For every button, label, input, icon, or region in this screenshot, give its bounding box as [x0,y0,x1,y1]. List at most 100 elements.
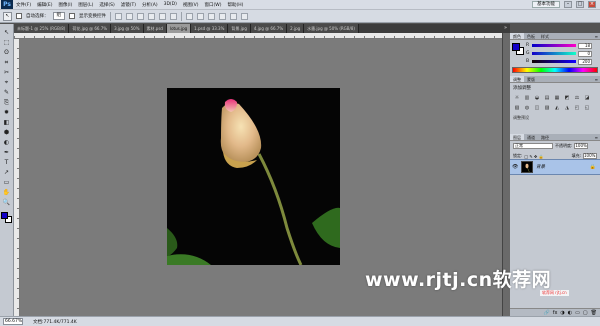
gradient-map-icon[interactable]: ◮ [563,104,571,112]
document-tab[interactable]: 未标题-1 @ 25% (RGB/8) [14,24,70,33]
marquee-tool-icon[interactable]: ⬚ [2,38,12,47]
distribute-center-icon[interactable] [230,12,237,20]
blue-value[interactable]: 200 [578,58,592,65]
lotus-photo[interactable] [167,88,340,265]
document-tab[interactable]: 背景.jpg [228,24,251,33]
menu-3d[interactable]: 3D(D) [161,2,180,7]
workspace-switcher[interactable]: 基本功能 [532,1,560,8]
color-balance-icon[interactable]: ⚖ [573,94,581,102]
menu-filter[interactable]: 滤镜(T) [118,2,139,8]
history-brush-tool-icon[interactable]: ✹ [2,108,12,117]
zoom-level-field[interactable]: 66.67% [3,318,23,325]
menu-view[interactable]: 视图(V) [180,2,202,8]
shadows-highlights-icon[interactable]: ◱ [583,104,591,112]
minimize-button[interactable]: – [564,1,572,8]
brush-tool-icon[interactable]: ✎ [2,88,12,97]
restore-button[interactable]: □ [576,1,584,8]
channel-mixer-icon[interactable]: ◍ [523,104,531,112]
document-tab[interactable]: 4.jpg @ 66.7% [250,24,288,33]
panel-foreground-swatch[interactable] [512,43,520,51]
new-layer-icon[interactable]: ▢ [583,310,588,316]
distribute-right-icon[interactable] [241,12,248,20]
align-center-icon[interactable] [159,12,166,20]
tab-styles[interactable]: 样式 [538,33,552,39]
document-size-info[interactable]: 文档:771.4K/771.4K [33,319,77,325]
type-tool-icon[interactable]: T [2,158,12,167]
quick-select-tool-icon[interactable]: ⌗ [2,58,12,67]
layer-name[interactable]: 背景 [536,164,545,170]
document-tab[interactable]: 1.psd @ 33.3% [191,24,229,33]
document-tab[interactable]: 2.jpg [287,24,305,33]
distribute-middle-icon[interactable] [197,12,204,20]
menu-image[interactable]: 图像(I) [55,2,75,8]
adjustment-presets-label[interactable]: 调整预设 [510,113,600,123]
layer-style-icon[interactable]: fx [553,310,558,316]
close-button[interactable]: × [588,1,596,8]
invert-icon[interactable]: ◫ [533,104,541,112]
distribute-bottom-icon[interactable] [208,12,215,20]
align-top-icon[interactable] [115,12,122,20]
add-mask-icon[interactable]: ◑ [560,310,564,316]
dodge-tool-icon[interactable]: ◐ [2,138,12,147]
tab-paths[interactable]: 路径 [538,134,552,140]
blue-slider[interactable] [532,60,576,63]
align-left-icon[interactable] [148,12,155,20]
document-tab[interactable]: 荷花.jpg @ 66.7% [69,24,112,33]
foreground-color-swatch[interactable] [0,212,8,219]
lasso-tool-icon[interactable]: ʘ [2,48,12,57]
distribute-left-icon[interactable] [219,12,226,20]
visibility-eye-icon[interactable]: 👁 [512,164,518,170]
posterize-icon[interactable]: ▨ [543,104,551,112]
move-tool-icon[interactable]: ↖ [2,28,12,37]
delete-layer-icon[interactable]: 🗑 [591,310,597,316]
green-value[interactable]: 0 [578,50,592,57]
photo-filter-icon[interactable]: ▧ [513,104,521,112]
align-bottom-icon[interactable] [137,12,144,20]
green-slider[interactable] [532,52,576,55]
selective-color-icon[interactable]: ◰ [573,104,581,112]
threshold-icon[interactable]: ◭ [553,104,561,112]
gradient-tool-icon[interactable]: ⬢ [2,128,12,137]
panel-menu-icon[interactable]: ≡ [595,134,600,140]
lock-icons[interactable]: □ ✎ ✥ 🔒 [524,154,543,159]
move-tool-preset-icon[interactable]: ↖ [3,11,12,21]
document-tab-active[interactable]: lotus.jpg [166,24,192,33]
tab-layers[interactable]: 图层 [510,134,524,140]
new-group-icon[interactable]: ▭ [575,310,580,316]
eraser-tool-icon[interactable]: ◧ [2,118,12,127]
document-tab[interactable]: 3.jpg @ 50% [111,24,144,33]
distribute-top-icon[interactable] [186,12,193,20]
red-slider[interactable] [532,44,576,47]
exposure-icon[interactable]: ▤ [543,94,551,102]
crop-tool-icon[interactable]: ✂ [2,68,12,77]
shape-tool-icon[interactable]: ▭ [2,178,12,187]
adjustment-layer-icon[interactable]: ◐ [568,310,572,316]
auto-select-checkbox[interactable] [16,13,22,19]
tabs-overflow-icon[interactable]: » [501,24,510,33]
auto-select-dropdown[interactable]: 组 [52,12,65,20]
pen-tool-icon[interactable]: ✒ [2,148,12,157]
path-select-tool-icon[interactable]: ↗ [2,168,12,177]
panel-menu-icon[interactable]: ≡ [595,33,600,39]
link-layers-icon[interactable]: 🔗 [543,310,549,316]
brightness-icon[interactable]: ☼ [513,94,521,102]
eyedropper-tool-icon[interactable]: ⌖ [2,78,12,87]
align-middle-icon[interactable] [126,12,133,20]
clone-stamp-tool-icon[interactable]: ⎘ [2,98,12,107]
red-value[interactable]: 18 [578,42,592,49]
blend-mode-select[interactable]: 正常 [513,143,553,149]
layer-row-background[interactable]: 👁 背景 🔒 [510,159,600,175]
levels-icon[interactable]: ▥ [523,94,531,102]
menu-layer[interactable]: 图层(L) [75,2,96,8]
black-white-icon[interactable]: ◪ [583,94,591,102]
color-spectrum-ramp[interactable] [512,67,598,73]
vibrance-icon[interactable]: ▦ [553,94,561,102]
tab-color[interactable]: 颜色 [510,33,524,39]
zoom-tool-icon[interactable]: 🔍 [2,198,12,207]
tab-masks[interactable]: 蒙版 [524,76,538,82]
tab-swatches[interactable]: 色板 [524,33,538,39]
menu-window[interactable]: 窗口(W) [201,2,224,8]
opacity-field[interactable]: 100% [574,143,589,149]
menu-file[interactable]: 文件(F) [13,2,34,8]
show-transform-checkbox[interactable] [69,13,75,19]
